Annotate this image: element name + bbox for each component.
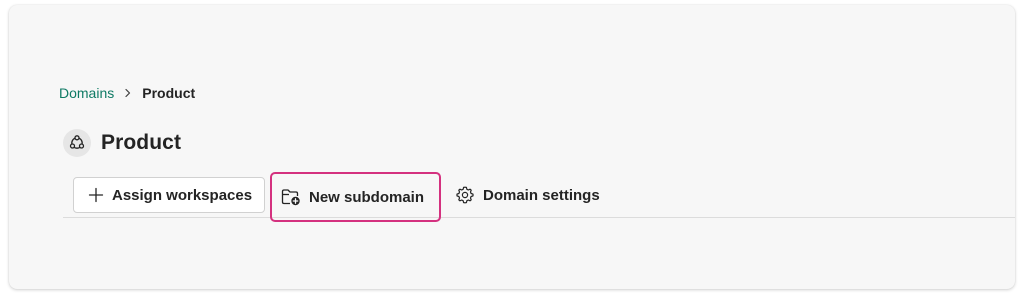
chevron-right-icon [114, 88, 142, 98]
gear-icon [455, 185, 475, 205]
assign-workspaces-label: Assign workspaces [112, 186, 253, 204]
page-title: Product [101, 131, 182, 154]
domain-settings-button[interactable]: Domain settings [453, 177, 600, 213]
breadcrumb-domains-link[interactable]: Domains [59, 85, 114, 101]
breadcrumb: Domains Product [59, 84, 195, 102]
add-icon [88, 187, 104, 203]
new-subdomain-label: New subdomain [309, 188, 425, 206]
folder-add-icon [281, 188, 301, 206]
assign-workspaces-button[interactable]: Assign workspaces [73, 177, 265, 213]
domain-settings-label: Domain settings [483, 186, 600, 204]
breadcrumb-current: Product [142, 85, 196, 101]
toolbar: Assign workspaces New subdomain Domain s… [63, 172, 1015, 222]
page-header: Product [63, 128, 181, 158]
domain-icon [63, 129, 91, 157]
new-subdomain-button[interactable]: New subdomain [270, 172, 441, 222]
